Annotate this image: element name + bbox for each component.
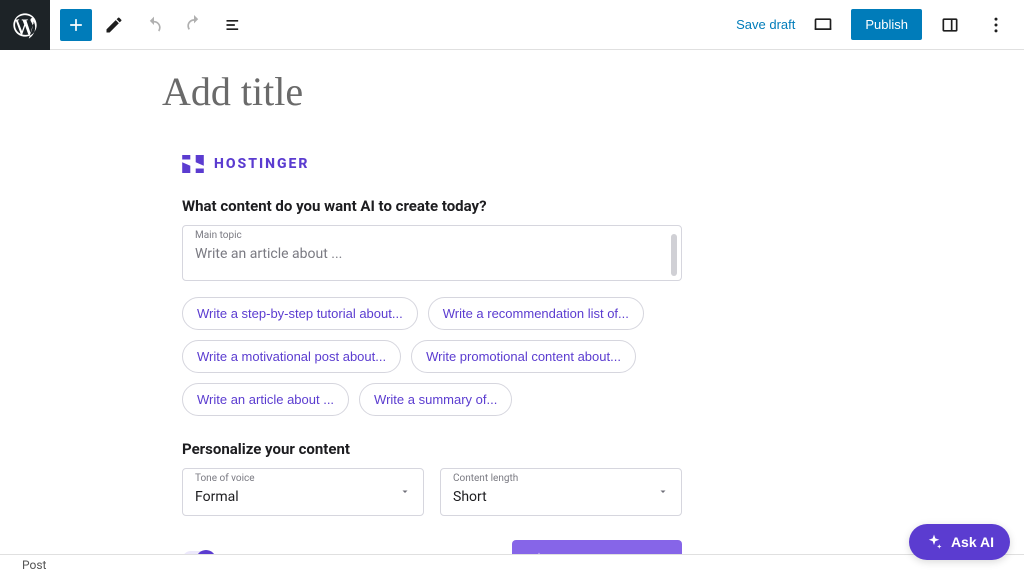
settings-sidebar-button[interactable] (932, 7, 968, 43)
block-breadcrumb: Post (0, 554, 1024, 574)
textarea-scrollbar[interactable] (671, 234, 677, 276)
chevron-down-icon (399, 483, 411, 502)
main-topic-input[interactable] (195, 246, 669, 266)
post-content: Add title HOSTINGER What content do you … (132, 50, 892, 554)
length-label: Content length (453, 473, 518, 484)
document-overview-button[interactable] (216, 7, 252, 43)
hostinger-brand: HOSTINGER (182, 155, 682, 173)
preview-button[interactable] (805, 7, 841, 43)
tone-select[interactable]: Tone of voice Formal (182, 468, 424, 516)
plus-icon (66, 15, 86, 35)
length-select[interactable]: Content length Short (440, 468, 682, 516)
wordpress-logo-icon (11, 11, 39, 39)
prompt-chip[interactable]: Write an article about ... (182, 383, 349, 416)
toolbar-left (0, 0, 252, 49)
length-value: Short (453, 489, 669, 505)
editor-toolbar: Save draft Publish (0, 0, 1024, 50)
personalize-heading: Personalize your content (182, 440, 682, 458)
ask-ai-label: Ask AI (951, 534, 994, 550)
hostinger-brand-text: HOSTINGER (214, 156, 309, 172)
ai-block-footer: Add an image inside my content Generate … (182, 540, 682, 554)
breadcrumb-item[interactable]: Post (22, 558, 46, 572)
main-topic-label: Main topic (195, 230, 242, 241)
redo-icon (184, 15, 204, 35)
edit-tools-button[interactable] (96, 7, 132, 43)
ask-ai-button[interactable]: Ask AI (909, 524, 1010, 560)
personalize-selects: Tone of voice Formal Content length Shor… (182, 468, 682, 516)
desktop-icon (813, 15, 833, 35)
more-vertical-icon (986, 15, 1006, 35)
toolbar-right: Save draft Publish (736, 7, 1024, 43)
main-topic-field[interactable]: Main topic (182, 225, 682, 281)
post-title-input[interactable]: Add title (162, 68, 862, 115)
list-view-icon (224, 15, 244, 35)
prompt-chip[interactable]: Write promotional content about... (411, 340, 636, 373)
generate-content-button[interactable]: Generate content (512, 540, 682, 554)
prompt-chip[interactable]: Write a recommendation list of... (428, 297, 644, 330)
prompt-suggestions: Write a step-by-step tutorial about... W… (182, 297, 682, 416)
toolbar-buttons (50, 7, 252, 43)
hostinger-logo-icon (182, 155, 204, 173)
ai-content-block: HOSTINGER What content do you want AI to… (182, 155, 682, 554)
chevron-down-icon (657, 483, 669, 502)
prompt-chip[interactable]: Write a step-by-step tutorial about... (182, 297, 418, 330)
sidebar-icon (940, 15, 960, 35)
tone-value: Formal (195, 489, 411, 505)
pencil-icon (104, 15, 124, 35)
undo-icon (144, 15, 164, 35)
options-menu-button[interactable] (978, 7, 1014, 43)
prompt-chip[interactable]: Write a motivational post about... (182, 340, 401, 373)
save-draft-button[interactable]: Save draft (736, 17, 795, 32)
editor-canvas[interactable]: Add title HOSTINGER What content do you … (0, 50, 1024, 554)
prompt-chip[interactable]: Write a summary of... (359, 383, 512, 416)
sparkle-icon (925, 533, 943, 551)
ai-prompt-heading: What content do you want AI to create to… (182, 197, 682, 215)
wordpress-logo-button[interactable] (0, 0, 50, 50)
redo-button[interactable] (176, 7, 212, 43)
undo-button[interactable] (136, 7, 172, 43)
block-inserter-button[interactable] (60, 9, 92, 41)
tone-label: Tone of voice (195, 473, 255, 484)
publish-button[interactable]: Publish (851, 9, 922, 40)
